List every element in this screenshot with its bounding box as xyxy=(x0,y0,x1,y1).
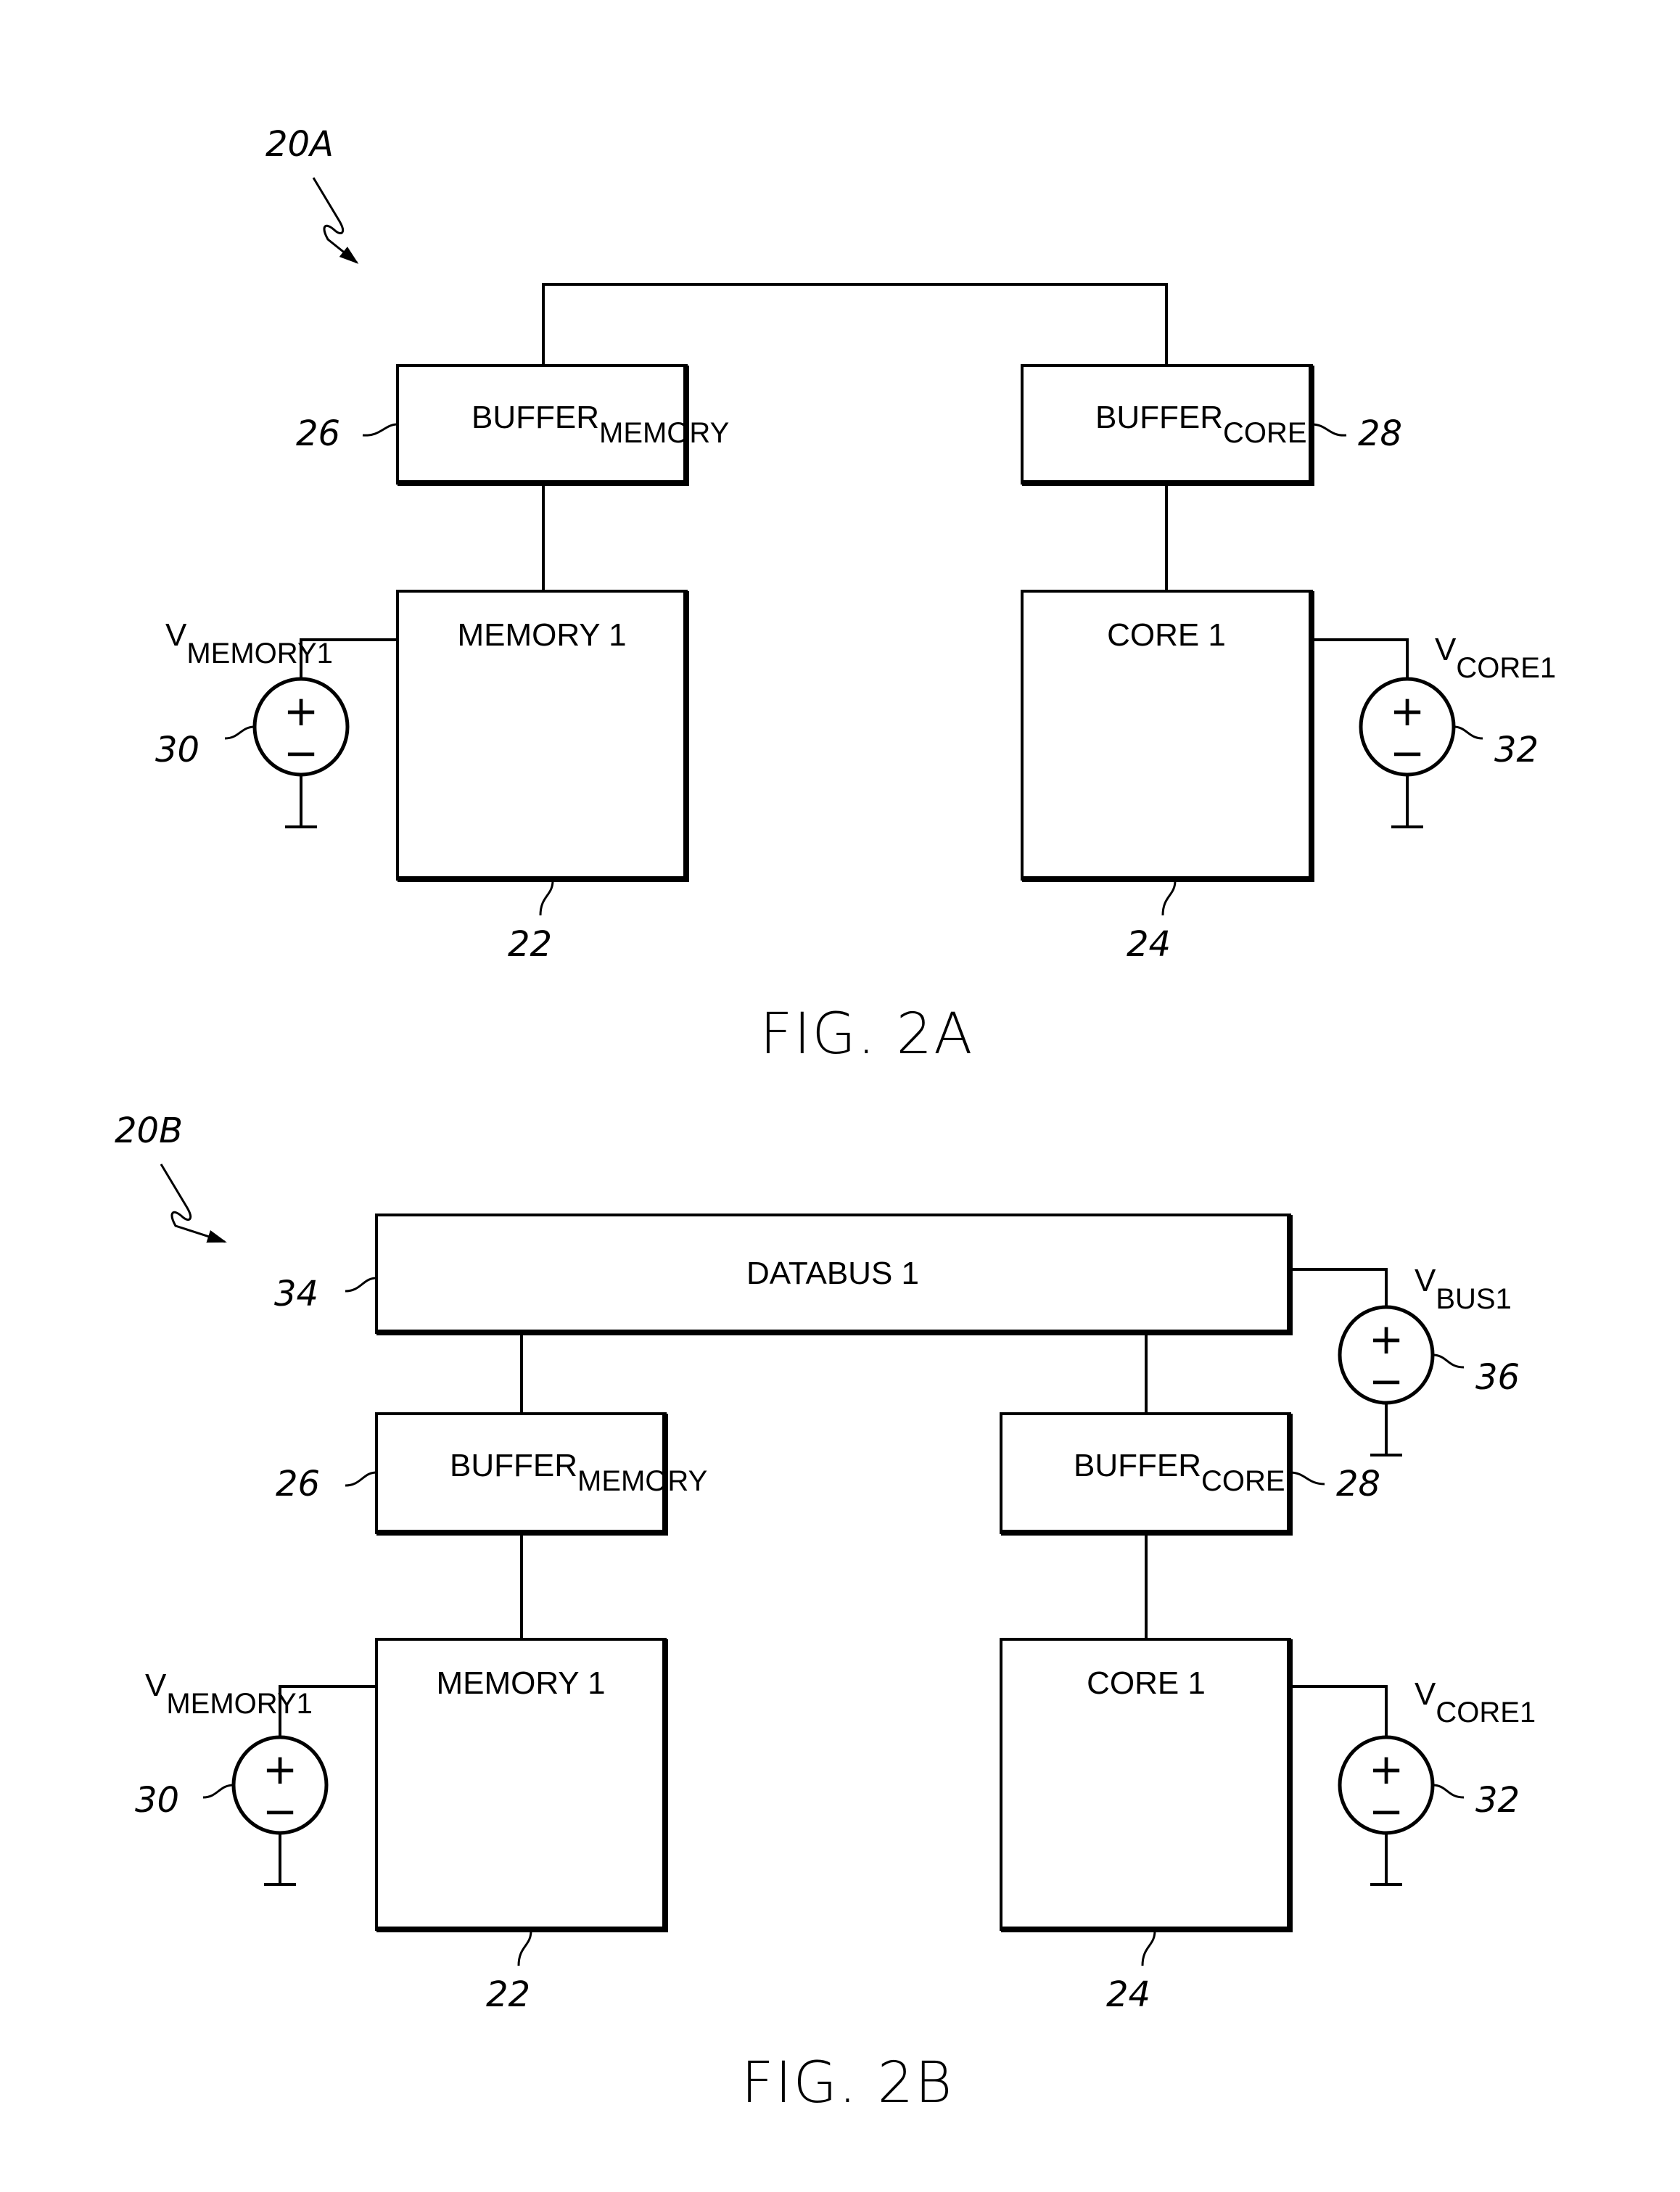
ref-label-20a: 20A xyxy=(265,124,334,165)
ref-28-a: 28 xyxy=(1358,413,1402,454)
buffer-core-block: BUFFERCORE xyxy=(1000,1412,1293,1536)
leader-26b xyxy=(345,1471,377,1487)
v-memory1-label: VMEMORY1 xyxy=(165,617,333,669)
buffer-memory-block: BUFFERMEMORY xyxy=(375,1412,707,1536)
svg-text:CORE 1: CORE 1 xyxy=(1087,1665,1206,1701)
leader-22a xyxy=(539,880,554,916)
svg-text:MEMORY 1: MEMORY 1 xyxy=(457,617,626,653)
leader-34 xyxy=(345,1277,377,1293)
leader-28a xyxy=(1311,423,1347,437)
v-bus1-label: VBUS1 xyxy=(1415,1263,1512,1315)
leader-36 xyxy=(1432,1353,1465,1369)
ref-30-b: 30 xyxy=(135,1780,179,1821)
memory-block: MEMORY 1 xyxy=(375,1638,668,1932)
v-core1-label: VCORE1 xyxy=(1435,632,1556,684)
buffer-core-block: BUFFERCORE xyxy=(1021,364,1314,486)
leader-28b xyxy=(1289,1471,1325,1486)
v-core1-label: VCORE1 xyxy=(1415,1676,1536,1729)
ref-34: 34 xyxy=(274,1274,318,1314)
figure-caption-2b: FIG. 2B xyxy=(741,2051,954,2116)
figure-caption-2a: FIG. 2A xyxy=(760,1002,974,1067)
svg-text:−: − xyxy=(284,728,319,778)
ref-26-a: 26 xyxy=(296,413,340,454)
svg-text:CORE 1: CORE 1 xyxy=(1107,617,1226,653)
ref-24-a: 24 xyxy=(1127,924,1171,965)
voltage-source-core-icon: + − xyxy=(1290,1685,1435,1886)
voltage-source-bus-icon: + − xyxy=(1290,1268,1435,1456)
databus-block: DATABUS 1 xyxy=(375,1214,1293,1335)
core-block: CORE 1 xyxy=(1021,590,1314,882)
figure-2a: 20A BUFFERMEMORY 26 BUFFERCORE 28 MEMORY… xyxy=(155,124,1556,1067)
buffer-memory-block: BUFFERMEMORY xyxy=(396,364,729,486)
svg-text:−: − xyxy=(263,1787,298,1836)
svg-text:−: − xyxy=(1390,728,1425,778)
leader-22b xyxy=(517,1930,532,1966)
ref-32-b: 32 xyxy=(1475,1780,1520,1821)
leader-30a xyxy=(224,725,255,740)
leader-24a xyxy=(1161,880,1177,916)
ref-arrow-20b-icon xyxy=(160,1163,227,1243)
ref-32-a: 32 xyxy=(1494,730,1539,770)
svg-text:−: − xyxy=(1369,1787,1404,1836)
voltage-source-core-icon: + − xyxy=(1312,638,1456,828)
wire-buffer-interconnect xyxy=(542,283,1168,366)
svg-text:−: − xyxy=(1369,1356,1404,1406)
figure-2b: 20B DATABUS 1 34 + − VBUS1 36 BUFFERMEMO… xyxy=(115,1111,1536,2116)
core-block: CORE 1 xyxy=(1000,1638,1293,1932)
ref-26-b: 26 xyxy=(276,1464,320,1504)
svg-text:DATABUS 1: DATABUS 1 xyxy=(746,1256,919,1291)
svg-text:MEMORY 1: MEMORY 1 xyxy=(436,1665,605,1701)
leader-32b xyxy=(1432,1784,1465,1799)
ref-label-20b: 20B xyxy=(115,1111,183,1151)
ref-28-b: 28 xyxy=(1336,1464,1380,1504)
v-memory1-label: VMEMORY1 xyxy=(145,1668,313,1720)
ref-24-b: 24 xyxy=(1106,1974,1150,2015)
leader-26a xyxy=(362,423,398,437)
leader-30b xyxy=(202,1784,234,1799)
patent-drawing-sheet: 20A BUFFERMEMORY 26 BUFFERCORE 28 MEMORY… xyxy=(115,124,1556,2116)
leader-32a xyxy=(1453,725,1483,740)
ref-arrow-20a-icon xyxy=(312,177,359,264)
memory-block: MEMORY 1 xyxy=(396,590,689,882)
leader-24b xyxy=(1141,1930,1156,1966)
ref-30-a: 30 xyxy=(155,730,199,770)
ref-22-b: 22 xyxy=(486,1974,530,2015)
ref-22-a: 22 xyxy=(508,924,552,965)
ref-36: 36 xyxy=(1475,1357,1520,1398)
